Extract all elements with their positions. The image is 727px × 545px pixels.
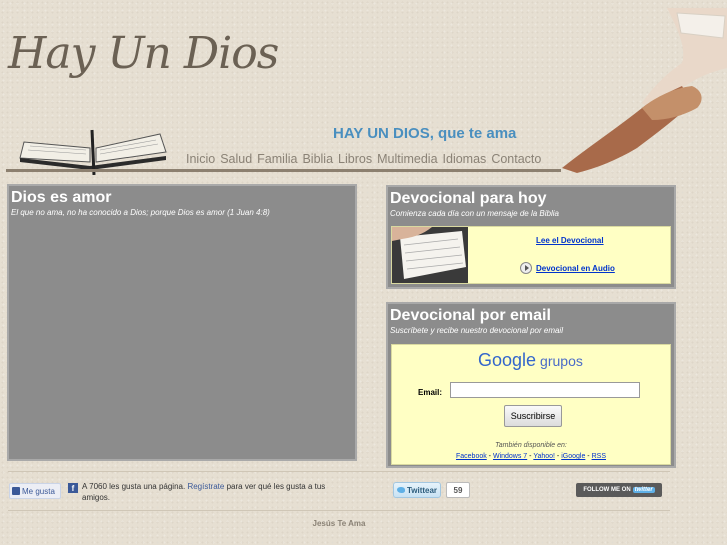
bible-image: [19, 129, 167, 175]
main-nav: Inicio Salud Familia Biblia Libros Multi…: [186, 152, 541, 166]
email-panel-title: Devocional por email: [390, 307, 551, 324]
thumbs-up-icon: [12, 487, 20, 495]
footer-divider-top: [8, 471, 670, 472]
devocional-box: Lee el Devocional Devocional en Audio: [391, 226, 671, 284]
nav-item-libros[interactable]: Libros: [338, 152, 372, 166]
feed-links: Facebook - Windows 7 - Yahoo! - iGoogle …: [455, 453, 606, 460]
facebook-like-button[interactable]: Me gusta: [9, 483, 61, 499]
twitter-bird-icon: [396, 487, 405, 493]
nav-item-multimedia[interactable]: Multimedia: [377, 152, 437, 166]
feed-yahoo-link[interactable]: Yahoo!: [533, 453, 555, 460]
fb-register-link[interactable]: Regístrate: [187, 482, 224, 491]
email-box: Google grupos Email: Suscribirse También …: [391, 344, 671, 465]
email-panel-subtitle: Suscríbete y recibe nuestro devocional p…: [390, 326, 563, 335]
header-divider: [6, 169, 561, 172]
follow-twitter-button[interactable]: FOLLOW ME ON twitter: [576, 483, 662, 497]
feed-rss-link[interactable]: RSS: [592, 453, 606, 460]
book-photo: [392, 227, 468, 283]
tagline: HAY UN DIOS, que te ama: [333, 125, 517, 142]
google-groups-logo: Google grupos: [478, 350, 583, 371]
subscribe-button[interactable]: Suscribirse: [504, 405, 562, 427]
nav-item-inicio[interactable]: Inicio: [186, 152, 215, 166]
devocional-panel: Devocional para hoy Comienza cada día co…: [386, 185, 676, 289]
follow-prefix: FOLLOW ME ON: [583, 487, 631, 493]
like-label: Me gusta: [22, 486, 55, 496]
email-label: Email:: [418, 388, 443, 397]
available-text: También disponible en:: [495, 442, 567, 449]
devocional-subtitle: Comienza cada día con un mensaje de la B…: [390, 209, 559, 218]
audio-row[interactable]: Devocional en Audio: [520, 262, 615, 274]
main-panel-title: Dios es amor: [11, 189, 112, 206]
main-panel-subtitle: El que no ama, no ha conocido a Dios; po…: [11, 208, 270, 217]
nav-item-familia[interactable]: Familia: [257, 152, 297, 166]
site-logo[interactable]: Hay Un Dios: [8, 28, 279, 79]
groups-logo-text: grupos: [540, 353, 583, 369]
hands-image: [562, 8, 727, 173]
play-icon[interactable]: [520, 262, 532, 274]
email-input[interactable]: [450, 382, 640, 398]
feed-igoogle-link[interactable]: iGoogle: [561, 453, 585, 460]
nav-item-idiomas[interactable]: Idiomas: [443, 152, 487, 166]
nav-item-biblia[interactable]: Biblia: [302, 152, 333, 166]
main-panel: Dios es amor El que no ama, no ha conoci…: [7, 184, 357, 461]
nav-item-salud[interactable]: Salud: [220, 152, 252, 166]
tweet-label: Twittear: [406, 485, 438, 495]
tweet-count: 59: [446, 482, 470, 498]
facebook-icon: f: [68, 483, 78, 493]
tweet-button[interactable]: Twittear: [393, 482, 441, 498]
read-devocional-link[interactable]: Lee el Devocional: [536, 236, 604, 245]
email-panel: Devocional por email Suscríbete y recibe…: [386, 302, 676, 468]
facebook-social-text: A 7060 les gusta una página. Regístrate …: [82, 481, 342, 503]
nav-item-contacto[interactable]: Contacto: [491, 152, 541, 166]
footer-divider-bottom: [8, 510, 670, 511]
google-logo-text: Google: [478, 350, 537, 370]
footer-text: Jesús Te Ama: [312, 519, 366, 528]
twitter-logo-text: twitter: [632, 487, 655, 493]
feed-windows7-link[interactable]: Windows 7: [493, 453, 527, 460]
audio-devocional-link[interactable]: Devocional en Audio: [536, 264, 615, 273]
fb-count-text: A 7060 les gusta una página.: [82, 482, 186, 491]
devocional-title: Devocional para hoy: [390, 190, 547, 207]
feed-facebook-link[interactable]: Facebook: [456, 453, 487, 460]
